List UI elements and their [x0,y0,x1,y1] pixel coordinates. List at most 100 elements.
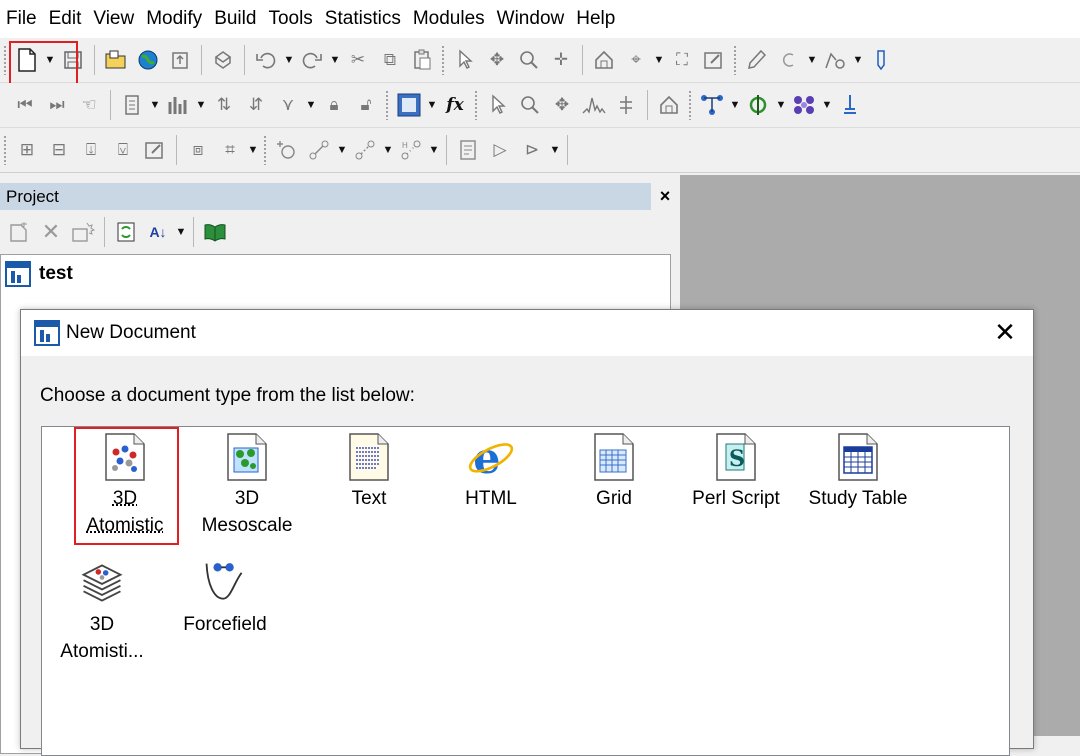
cleave-surface-icon[interactable]: ⍗ [76,135,106,165]
supercell-icon[interactable]: ⊟ [44,135,74,165]
rotate-icon[interactable]: ✥ [482,45,512,75]
menu-tools[interactable]: Tools [262,8,318,30]
toolbar-grip[interactable] [3,45,7,75]
pointer-icon[interactable] [483,90,513,120]
redo-icon[interactable] [297,45,327,75]
run-icon[interactable]: ▷ [485,135,515,165]
bar-chart-icon[interactable] [163,90,193,120]
vacuum-slab-icon[interactable]: ⍌ [108,135,138,165]
build-nanostructure-dropdown-icon[interactable]: ▼ [820,90,834,120]
delete-icon[interactable]: ✕ [36,217,66,247]
symmetry-find-icon[interactable]: ⧈ [183,135,213,165]
doctype-grid[interactable]: Grid [555,431,673,512]
sketch-pencil-icon[interactable] [742,45,772,75]
menu-window[interactable]: Window [491,8,571,30]
sort-az-icon[interactable]: A↓ [143,217,173,247]
build-polymer-icon[interactable] [743,90,773,120]
doctype-perl-script[interactable]: S Perl Script [677,431,795,512]
toolbar-grip[interactable] [441,45,445,75]
import-globe-icon[interactable] [133,45,163,75]
hydrogen-bond-icon[interactable]: H [396,135,426,165]
undo-icon[interactable] [251,45,281,75]
lattice-params-icon[interactable] [140,135,170,165]
script-editor-icon[interactable] [453,135,483,165]
doctype-3d-mesoscale[interactable]: 3D Mesoscale [188,431,306,539]
build-nanostructure-icon[interactable] [789,90,819,120]
refresh-project-icon[interactable] [111,217,141,247]
menu-statistics[interactable]: Statistics [319,8,407,30]
doctype-study-table[interactable]: Study Table [799,431,917,512]
menu-modules[interactable]: Modules [407,8,491,30]
zoom-icon[interactable] [514,45,544,75]
bar-chart-dropdown-icon[interactable]: ▼ [194,90,208,120]
dashed-bond-dropdown-icon[interactable]: ▼ [381,135,395,165]
bond-tool-icon[interactable] [304,135,334,165]
run-options-dropdown-icon[interactable]: ▼ [548,135,562,165]
new-folder-icon[interactable] [4,217,34,247]
copy-icon[interactable]: ⧉ [375,45,405,75]
sort-az-dropdown-icon[interactable]: ▼ [174,217,188,247]
menu-view[interactable]: View [87,8,140,30]
project-panel-close-icon[interactable]: × [653,183,677,210]
menu-help[interactable]: Help [570,8,621,30]
toolbar-grip[interactable] [3,135,7,165]
dialog-close-icon[interactable]: ✕ [991,318,1019,346]
tree-item-test[interactable]: test [5,261,73,287]
unlock-icon[interactable]: 🔓︎ [351,90,381,120]
fit-to-screen-icon[interactable]: ⛶ [667,45,697,75]
unit-cell-icon[interactable]: ⊞ [12,135,42,165]
add-hydrogen-icon[interactable] [272,135,302,165]
menu-edit[interactable]: Edit [43,8,88,30]
menu-modify[interactable]: Modify [140,8,208,30]
bond-tool-dropdown-icon[interactable]: ▼ [335,135,349,165]
sketch-fragment-dropdown-icon[interactable]: ▼ [851,45,865,75]
doctype-text[interactable]: Text [310,431,428,512]
doctype-3d-atomistic-collection[interactable]: 3D Atomisti... [43,557,161,665]
sort-descending-icon[interactable]: ⇵ [241,90,271,120]
run-options-icon[interactable]: ⊳ [517,135,547,165]
hydrogen-bond-dropdown-icon[interactable]: ▼ [427,135,441,165]
undo-dropdown-icon[interactable]: ▼ [282,45,296,75]
doctype-3d-atomistic[interactable]: 3D Atomistic [66,431,184,539]
center-view-dropdown-icon[interactable]: ▼ [652,45,666,75]
dialog-titlebar[interactable]: New Document ✕ [21,310,1033,356]
toolbar-grip[interactable] [474,90,478,120]
document-list-dropdown-icon[interactable]: ▼ [148,90,162,120]
reset-view-icon[interactable] [589,45,619,75]
open-folder-icon[interactable] [101,45,131,75]
toolbar-grip[interactable] [733,45,737,75]
step-back-icon[interactable]: ⏮ [10,90,40,120]
home-view-icon[interactable] [654,90,684,120]
toolbar-grip[interactable] [385,90,389,120]
sketch-ring-dropdown-icon[interactable]: ▼ [805,45,819,75]
build-crystal-dropdown-icon[interactable]: ▼ [728,90,742,120]
open-book-icon[interactable] [200,217,230,247]
menu-build[interactable]: Build [208,8,262,30]
display-style-icon[interactable] [699,45,729,75]
sort-ascending-icon[interactable]: ⇅ [209,90,239,120]
build-polymer-dropdown-icon[interactable]: ▼ [774,90,788,120]
magnify-icon[interactable] [515,90,545,120]
matrix-dropdown-icon[interactable]: ▼ [425,90,439,120]
toolbar-grip[interactable] [688,90,692,120]
peak-tool-icon[interactable] [611,90,641,120]
duplicate-icon[interactable] [68,217,98,247]
filter-dropdown-icon[interactable]: ▼ [304,90,318,120]
doctype-html[interactable]: e HTML [432,431,550,512]
sketch-atom-icon[interactable] [866,45,896,75]
hand-drag-icon[interactable]: ☜ [74,90,104,120]
sketch-ring-icon[interactable] [774,45,804,75]
paste-icon[interactable] [407,45,437,75]
build-layer-icon[interactable] [835,90,865,120]
pan-icon[interactable]: ✥ [547,90,577,120]
export-icon[interactable] [165,45,195,75]
doctype-forcefield[interactable]: Forcefield [166,557,284,638]
symmetry-dropdown-icon[interactable]: ▼ [246,135,260,165]
select-arrow-icon[interactable] [450,45,480,75]
matrix-icon[interactable] [394,90,424,120]
symmetry-impose-icon[interactable]: ⌗ [215,135,245,165]
build-crystal-icon[interactable] [697,90,727,120]
dashed-bond-icon[interactable] [350,135,380,165]
step-forward-icon[interactable]: ⏭ [42,90,72,120]
document-list-icon[interactable] [117,90,147,120]
